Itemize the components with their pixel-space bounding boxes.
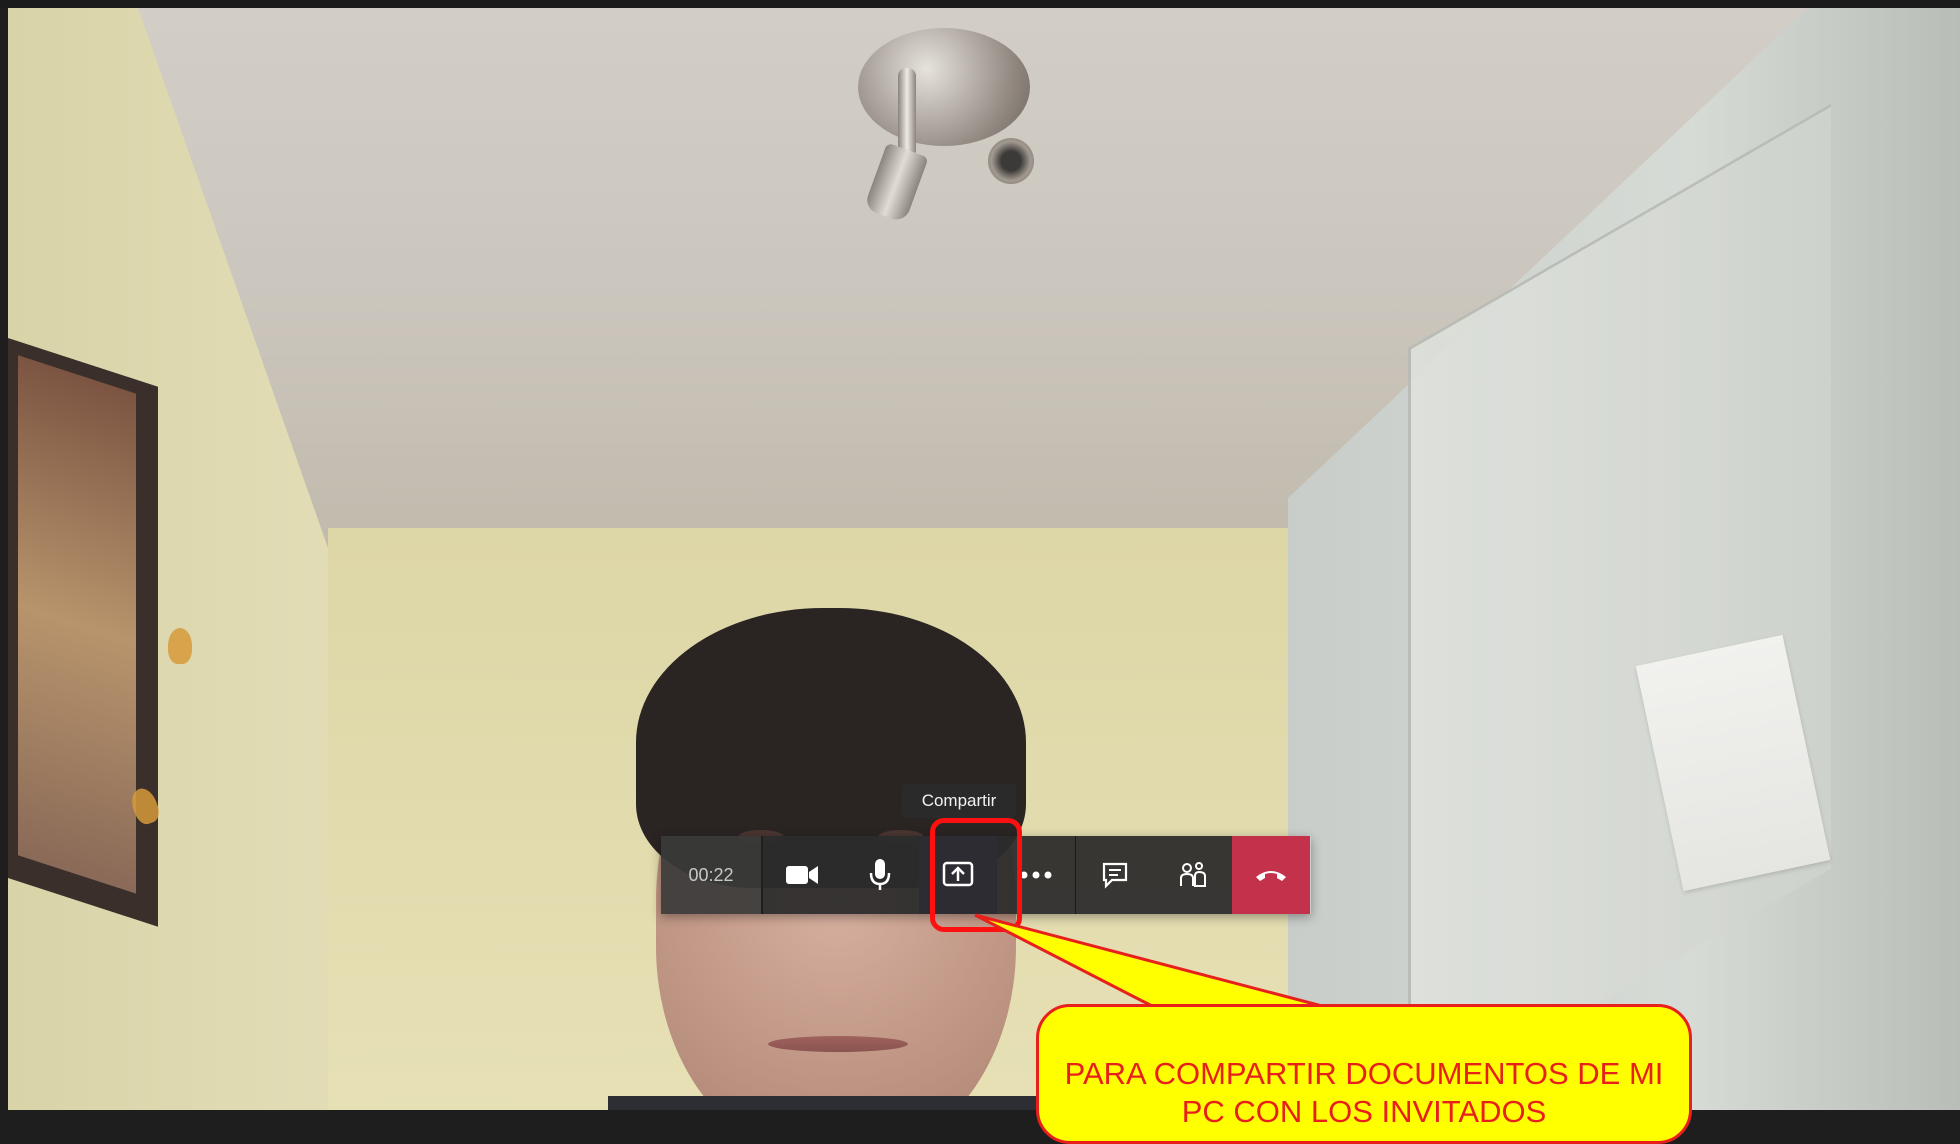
hang-up-icon [1256, 871, 1286, 881]
ceiling-lamp-stem [898, 68, 916, 158]
video-camera-icon [786, 866, 818, 884]
window-top-bar [0, 0, 1960, 8]
participants-icon [1180, 862, 1206, 887]
video-feed [8, 8, 1960, 1110]
chat-icon [1102, 862, 1128, 889]
microphone-icon [869, 859, 891, 890]
share-highlight-box [930, 818, 1022, 932]
person-mouth [768, 1036, 908, 1052]
participants-button[interactable] [1154, 836, 1232, 914]
share-tooltip: Compartir [902, 784, 1016, 825]
annotation-callout: PARA COMPARTIR DOCUMENTOS DE MI PC CON L… [1036, 1004, 1692, 1144]
butterfly-decoration [168, 628, 192, 664]
call-timer: 00:22 [661, 836, 763, 914]
hang-up-button[interactable] [1232, 836, 1310, 914]
camera-toggle-button[interactable] [763, 836, 841, 914]
microphone-toggle-button[interactable] [841, 836, 919, 914]
ceiling-lamp-spot [988, 138, 1034, 184]
wall-painting [8, 338, 158, 927]
ceiling-lamp [858, 28, 1030, 146]
more-options-icon [1020, 871, 1052, 879]
chat-button[interactable] [1076, 836, 1154, 914]
wall-painting-canvas [18, 355, 136, 894]
person-shirt [608, 1096, 1068, 1110]
